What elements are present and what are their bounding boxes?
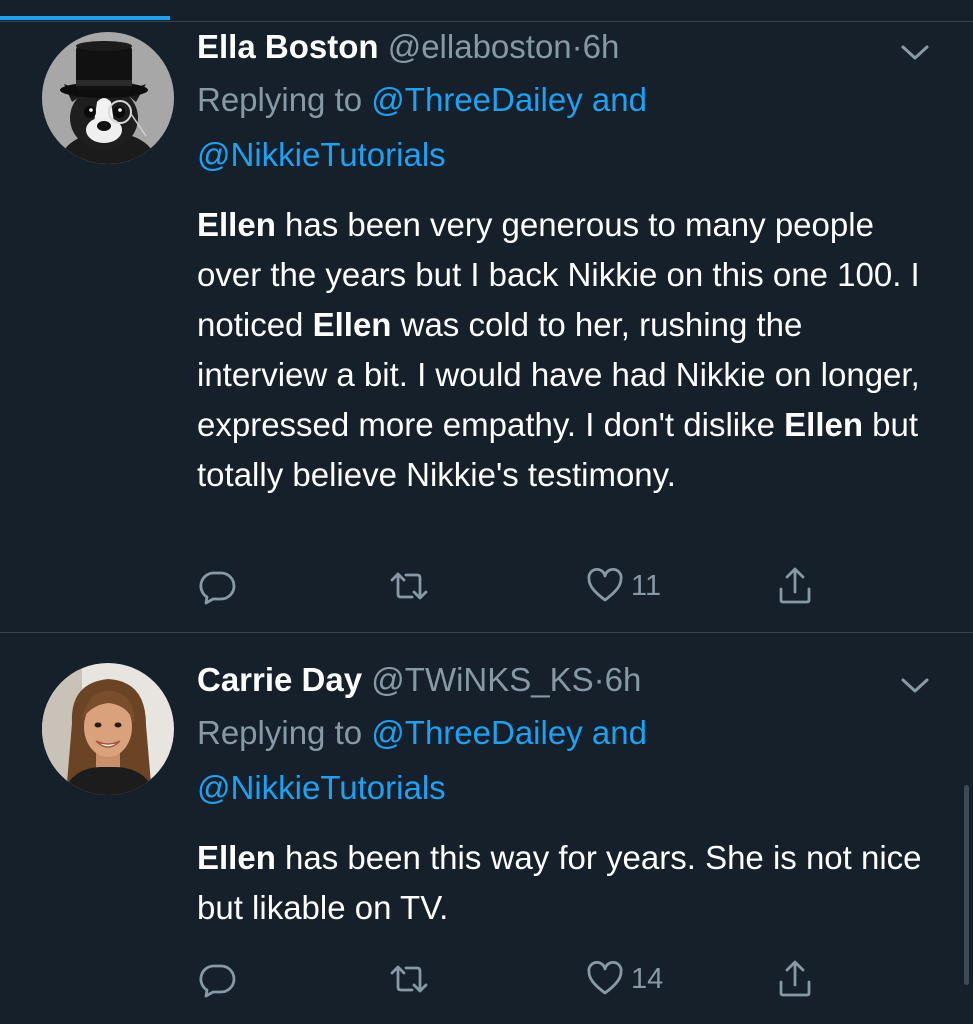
tweet-text: Ellen has been very generous to many peo…	[197, 200, 933, 500]
tweet[interactable]: Ella Boston @ellaboston·6h Replying to @…	[0, 22, 973, 632]
display-name[interactable]: Ella Boston	[197, 28, 379, 65]
retweet-icon	[390, 965, 428, 993]
reply-icon	[199, 964, 236, 998]
tweet[interactable]: Carrie Day @TWiNKS_KS·6h Replying to @Th…	[0, 633, 973, 1024]
loading-progress-bar	[0, 16, 170, 20]
woman-portrait-avatar-icon	[42, 663, 174, 795]
user-handle[interactable]: @TWiNKS_KS	[371, 661, 593, 698]
highlighted-term: Ellen	[312, 306, 392, 343]
heart-icon	[587, 567, 623, 602]
share-icon	[779, 960, 811, 997]
timestamp[interactable]: 6h	[605, 661, 642, 698]
share-button[interactable]	[775, 562, 815, 610]
timestamp[interactable]: 6h	[583, 28, 620, 65]
chevron-down-icon[interactable]	[897, 665, 933, 695]
like-count: 14	[631, 962, 664, 995]
replying-to: Replying to @ThreeDailey and @NikkieTuto…	[197, 72, 933, 182]
chevron-down-icon[interactable]	[897, 32, 933, 62]
retweet-button[interactable]	[387, 955, 431, 1003]
mention-link[interactable]: @ThreeDailey	[371, 714, 582, 751]
tweet-content: Ella Boston @ellaboston·6h Replying to @…	[197, 22, 933, 500]
like-button[interactable]: 11	[585, 562, 661, 610]
replying-to-label: Replying to	[197, 714, 363, 751]
replying-and[interactable]: and	[592, 81, 647, 118]
tweet-header: Carrie Day @TWiNKS_KS·6h	[197, 655, 933, 705]
mention-link[interactable]: @ThreeDailey	[371, 81, 582, 118]
highlighted-term: Ellen	[197, 839, 276, 876]
retweet-button[interactable]	[387, 562, 431, 610]
share-button[interactable]	[775, 955, 815, 1003]
tweet-actions: 14	[197, 955, 837, 1003]
tweet-text-segment: has been this way for years. She is not …	[197, 839, 922, 926]
display-name[interactable]: Carrie Day	[197, 661, 362, 698]
replying-and[interactable]: and	[592, 714, 647, 751]
tweet-text: Ellen has been this way for years. She i…	[197, 833, 933, 933]
tweet-actions: 11	[197, 562, 837, 610]
share-icon	[779, 567, 811, 604]
highlighted-term: Ellen	[784, 406, 863, 443]
separator-dot: ·	[593, 661, 605, 698]
mention-link[interactable]: @NikkieTutorials	[197, 769, 446, 806]
tweet-content: Carrie Day @TWiNKS_KS·6h Replying to @Th…	[197, 655, 933, 933]
reply-button[interactable]	[197, 955, 237, 1003]
mention-link[interactable]: @NikkieTutorials	[197, 136, 446, 173]
separator-dot: ·	[571, 28, 583, 65]
boston-terrier-top-hat-avatar-icon	[42, 32, 174, 164]
reply-button[interactable]	[197, 562, 237, 610]
like-button[interactable]: 14	[585, 955, 663, 1003]
replying-to-label: Replying to	[197, 81, 363, 118]
tweet-header: Ella Boston @ellaboston·6h	[197, 22, 933, 72]
avatar[interactable]	[42, 32, 174, 164]
avatar[interactable]	[42, 663, 174, 795]
user-handle[interactable]: @ellaboston	[388, 28, 572, 65]
retweet-icon	[390, 572, 428, 600]
scrollbar[interactable]	[964, 785, 969, 985]
timeline: Ella Boston @ellaboston·6h Replying to @…	[0, 0, 973, 1024]
like-count: 11	[631, 569, 662, 602]
replying-to: Replying to @ThreeDailey and @NikkieTuto…	[197, 705, 933, 815]
highlighted-term: Ellen	[197, 206, 276, 243]
heart-icon	[587, 960, 623, 995]
reply-icon	[199, 571, 236, 605]
